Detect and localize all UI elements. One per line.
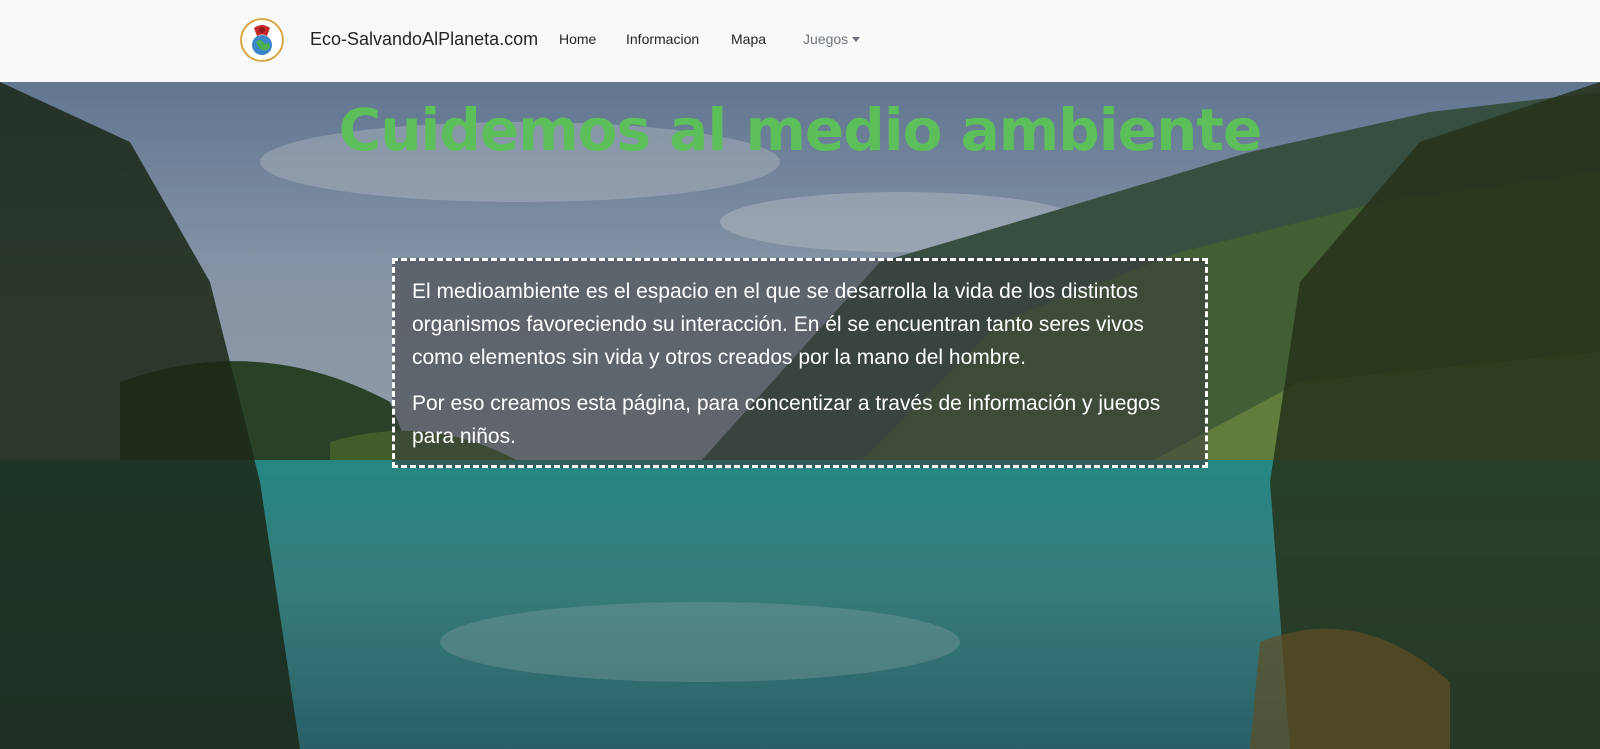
nav-home[interactable]: Home: [559, 31, 596, 47]
nav-informacion[interactable]: Informacion: [626, 31, 699, 47]
caret-down-icon: [852, 37, 861, 42]
brand-link[interactable]: Eco-SalvandoAlPlaneta.com: [240, 18, 538, 62]
brand-name: Eco-SalvandoAlPlaneta.com: [310, 29, 539, 49]
intro-paragraph-2: Por eso creamos esta página, para concen…: [412, 392, 1161, 448]
nav-juegos-label: Juegos: [803, 31, 849, 47]
intro-paragraph-1: El medioambiente es el espacio en el que…: [412, 280, 1144, 369]
hero-section: Cuidemos al medio ambiente El medioambie…: [0, 82, 1600, 749]
hero-title: Cuidemos al medio ambiente: [338, 96, 1263, 164]
navbar: Eco-SalvandoAlPlaneta.com Home Informaci…: [0, 0, 1600, 82]
intro-text-box: El medioambiente es el espacio en el que…: [392, 258, 1208, 468]
earth-logo-icon: [240, 18, 284, 62]
nav-mapa[interactable]: Mapa: [731, 31, 766, 47]
nav-juegos-dropdown[interactable]: Juegos: [803, 31, 861, 47]
